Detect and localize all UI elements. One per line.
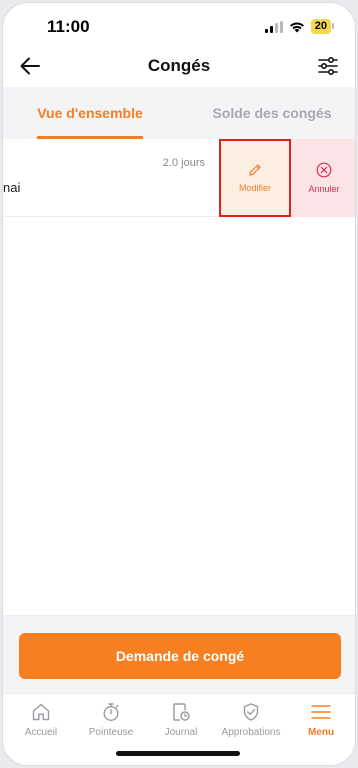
cancel-label: Annuler [308, 184, 340, 194]
nav-label-timeclock: Pointeuse [88, 727, 134, 738]
leave-list-item[interactable]: 2.0 jours nai Modifier Annuler [3, 139, 355, 217]
home-icon [32, 703, 50, 721]
nav-item-approvals[interactable]: Approbations [216, 702, 286, 738]
pencil-icon [249, 164, 261, 176]
nav-item-journal[interactable]: Journal [146, 702, 216, 738]
journal-icon [173, 703, 190, 721]
leave-days: 2.0 jours [162, 157, 205, 169]
cancel-button[interactable]: Annuler [291, 139, 355, 217]
status-time: 11:00 [47, 17, 90, 36]
nav-label-approvals: Approbations [221, 727, 281, 738]
tab-bar: Vue d'ensemble Solde des congés [3, 87, 355, 139]
status-icons: 20 [264, 19, 335, 34]
phone-screen: 11:00 20 Congés Vue d'ensemble Solde des… [2, 2, 356, 766]
app-header: Congés [3, 49, 355, 85]
menu-icon [311, 705, 331, 719]
nav-label-home: Accueil [24, 727, 58, 738]
sliders-icon [318, 56, 338, 76]
battery-indicator: 20 [310, 19, 335, 34]
page-title: Congés [147, 56, 211, 75]
close-circle-icon [316, 162, 332, 178]
tab-leave-balance[interactable]: Solde des congés [209, 87, 335, 139]
nav-item-home[interactable]: Accueil [6, 702, 76, 738]
action-footer: Demande de congé [3, 615, 355, 693]
stopwatch-icon [103, 703, 119, 722]
modify-button[interactable]: Modifier [219, 139, 291, 217]
tab-overview[interactable]: Vue d'ensemble [37, 87, 143, 139]
leave-date-fragment: nai [3, 180, 21, 195]
modify-label: Modifier [238, 183, 271, 193]
home-indicator [116, 751, 240, 756]
shield-check-icon [243, 703, 259, 721]
leave-request-button[interactable]: Demande de congé [19, 633, 341, 679]
filter-button[interactable] [315, 53, 341, 79]
nav-item-timeclock[interactable]: Pointeuse [76, 702, 146, 738]
status-bar: 11:00 20 [3, 3, 355, 49]
wifi-icon [289, 22, 304, 32]
nav-label-journal: Journal [164, 727, 198, 738]
nav-label-menu: Menu [307, 727, 335, 738]
nav-item-menu[interactable]: Menu [286, 702, 355, 738]
signal-icon [264, 20, 283, 33]
